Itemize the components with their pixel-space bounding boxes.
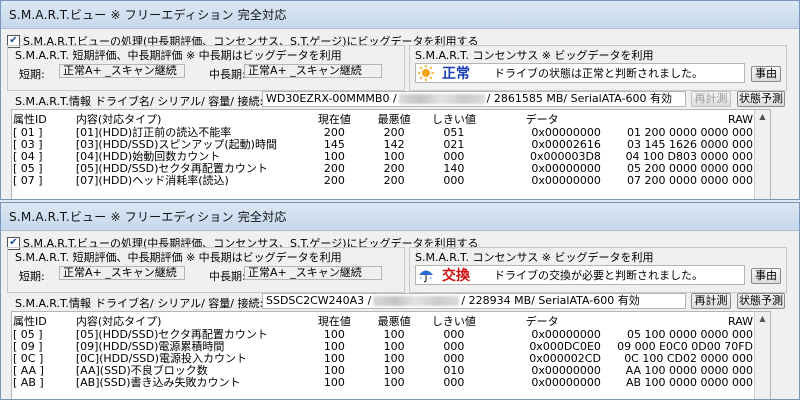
consensus-status: 交換 ドライブの交換が必要と判断されました。	[415, 265, 745, 285]
drive-model: WD30EZRX-00MMMB0 /	[266, 92, 397, 105]
cell-threshold: 000	[443, 174, 465, 187]
masked-serial	[398, 94, 485, 104]
window-title-bar[interactable]: S.M.A.R.T.ビュー ※ フリーエディション 完全対応	[1, 1, 799, 29]
mid-term-label: 中長期:	[209, 68, 246, 81]
drive-model: SSDSC2CW240A3 /	[266, 294, 372, 307]
cell-description: [AB](SSD)書き込み失敗カウント	[75, 376, 241, 389]
recalculate-button[interactable]: 再計測	[691, 293, 731, 309]
status-word: 交換	[442, 268, 470, 284]
masked-serial	[373, 296, 460, 306]
status-message: ドライブの状態は正常と判断されました。	[494, 67, 703, 80]
mid-term-label: 中長期:	[209, 270, 246, 283]
smart-window-healthy: S.M.A.R.T.ビュー ※ フリーエディション 完全対応 ✔ S.M.A.R…	[0, 0, 800, 200]
short-term-label: 短期:	[19, 68, 45, 81]
header-current-value[interactable]: 現在値	[307, 111, 362, 127]
vertical-scrollbar[interactable]: ▲	[754, 312, 770, 399]
cell-attr-id: [ AB ]	[13, 376, 44, 389]
header-description[interactable]: 内容(対応タイプ)	[74, 313, 307, 329]
window-title-bar[interactable]: S.M.A.R.T.ビュー ※ フリーエディション 完全対応	[1, 203, 799, 231]
umbrella-icon	[416, 266, 436, 284]
smart-info-label: S.M.A.R.T.情報	[15, 95, 91, 108]
header-worst-value[interactable]: 最悪値	[362, 111, 427, 127]
predict-state-button[interactable]: 状態予測	[737, 91, 785, 107]
header-data-value[interactable]: データ	[481, 313, 603, 329]
scroll-up-icon[interactable]: ▲	[755, 312, 770, 326]
header-worst-value[interactable]: 最悪値	[362, 313, 427, 329]
header-raw-value[interactable]: RAW	[603, 313, 755, 329]
window-title: S.M.A.R.T.ビュー ※ フリーエディション 完全対応	[9, 210, 287, 224]
mid-term-value: 正常A+ _スキャン継続	[244, 64, 382, 78]
sun-icon	[416, 64, 436, 82]
smart-attribute-table: 属性ID 内容(対応タイプ) 現在値 最悪値 しきい値 データ RAW [ 01 ] [01]…	[11, 111, 755, 187]
recalculate-button[interactable]: 再計測	[691, 91, 731, 107]
consensus-status: 正常 ドライブの状態は正常と判断されました。	[415, 63, 745, 83]
mid-term-value: 正常A+ _スキャン継続	[244, 266, 382, 280]
cell-current-value: 200	[323, 174, 345, 187]
cell-current-value: 100	[323, 376, 345, 389]
cell-raw-value: AB 100 0000 0000 000	[625, 376, 753, 389]
short-term-value: 正常A+ _スキャン継続	[59, 64, 185, 78]
window-title: S.M.A.R.T.ビュー ※ フリーエディション 完全対応	[9, 8, 287, 22]
drive-capacity-connection: / 228934 MB/ SerialATA-600 有効	[461, 294, 640, 307]
cell-worst-value: 200	[383, 174, 405, 187]
evaluation-group-title: S.M.A.R.T. 短期評価、中長期評価 ※ 中長期はビッグデータを利用	[15, 251, 342, 264]
header-threshold[interactable]: しきい値	[427, 111, 482, 127]
reason-button[interactable]: 事由	[751, 268, 781, 284]
cell-description: [07](HDD)ヘッド消耗率(読込)	[75, 174, 229, 187]
cell-worst-value: 100	[383, 376, 405, 389]
header-data-value[interactable]: データ	[481, 111, 603, 127]
header-current-value[interactable]: 現在値	[307, 313, 362, 329]
vertical-scrollbar[interactable]: ▲	[754, 110, 770, 199]
status-message: ドライブの交換が必要と判断されました。	[494, 269, 703, 282]
evaluation-group-title: S.M.A.R.T. 短期評価、中長期評価 ※ 中長期はビッグデータを利用	[15, 49, 342, 62]
consensus-group-title: S.M.A.R.T. コンセンサス ※ ビッグデータを利用	[415, 49, 654, 62]
cell-data-value: 0x00000000	[531, 174, 601, 187]
drive-info-field: WD30EZRX-00MMMB0 / / 2861585 MB/ SerialAT…	[262, 91, 686, 107]
short-term-value: 正常A+ _スキャン継続	[59, 266, 185, 280]
table-header-row: 属性ID 内容(対応タイプ) 現在値 最悪値 しきい値 データ RAW	[11, 313, 755, 329]
header-attr-id[interactable]: 属性ID	[11, 313, 74, 329]
table-row[interactable]: [ AB ] [AB](SSD)書き込み失敗カウント 100 100 000 0x0000…	[11, 377, 755, 389]
table-row[interactable]: [ 07 ] [07](HDD)ヘッド消耗率(読込) 200 200 000 0x0000…	[11, 175, 755, 187]
smart-info-label: S.M.A.R.T.情報	[15, 297, 91, 310]
cell-attr-id: [ 07 ]	[13, 174, 43, 187]
consensus-group-title: S.M.A.R.T. コンセンサス ※ ビッグデータを利用	[415, 251, 654, 264]
header-raw-value[interactable]: RAW	[603, 111, 755, 127]
smart-window-replace: S.M.A.R.T.ビュー ※ フリーエディション 完全対応 ✔ S.M.A.R…	[0, 202, 800, 400]
header-attr-id[interactable]: 属性ID	[11, 111, 74, 127]
short-term-label: 短期:	[19, 270, 45, 283]
drive-info-label: ドライブ名/ シリアル/ 容量/ 接続:	[95, 297, 264, 310]
drive-capacity-connection: / 2861585 MB/ SerialATA-600 有効	[486, 92, 672, 105]
status-word: 正常	[442, 66, 470, 82]
table-header-row: 属性ID 内容(対応タイプ) 現在値 最悪値 しきい値 データ RAW	[11, 111, 755, 127]
header-threshold[interactable]: しきい値	[427, 313, 482, 329]
drive-info-label: ドライブ名/ シリアル/ 容量/ 接続:	[95, 95, 264, 108]
header-description[interactable]: 内容(対応タイプ)	[74, 111, 307, 127]
scroll-up-icon[interactable]: ▲	[755, 110, 770, 124]
smart-attribute-table: 属性ID 内容(対応タイプ) 現在値 最悪値 しきい値 データ RAW [ 05 ] [05]…	[11, 313, 755, 389]
drive-info-field: SSDSC2CW240A3 / / 228934 MB/ SerialATA-60…	[262, 293, 686, 309]
cell-threshold: 000	[443, 376, 465, 389]
cell-raw-value: 07 200 0000 0000 000	[627, 174, 753, 187]
cell-data-value: 0x00000000	[531, 376, 601, 389]
reason-button[interactable]: 事由	[751, 66, 781, 82]
predict-state-button[interactable]: 状態予測	[737, 293, 785, 309]
